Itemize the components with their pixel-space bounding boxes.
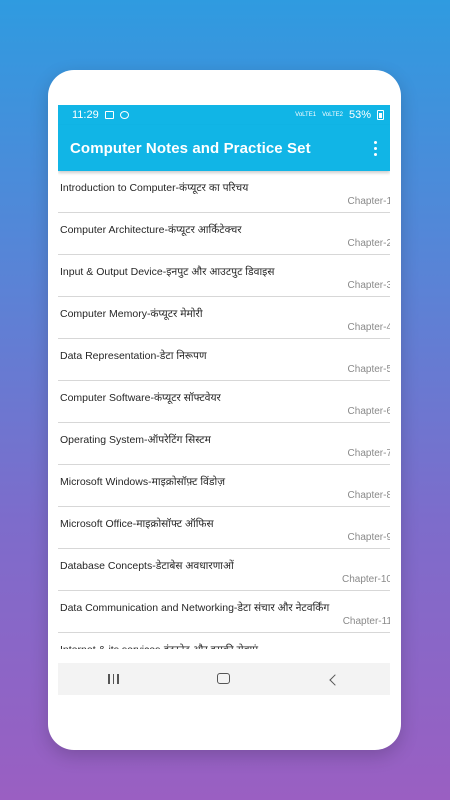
phone-frame: 11:29 VoLTE1 VoLTE2 53% Computer Notes a… xyxy=(48,70,401,750)
chapter-list-item[interactable]: Database Concepts-डेटाबेस अवधारणाओं Chapt… xyxy=(58,549,390,591)
chapter-number: Chapter-6 xyxy=(347,406,390,417)
app-bar: Computer Notes and Practice Set xyxy=(58,125,390,171)
chapter-title: Operating System-ऑपरेटिंग सिस्टम xyxy=(60,434,211,446)
chapter-number: Chapter-5 xyxy=(347,364,390,375)
navigation-bar xyxy=(58,663,390,695)
chapter-list-item[interactable]: Computer Software-कंप्यूटर सॉफ्टवेयर Chap… xyxy=(58,381,390,423)
chapter-number: Chapter-9 xyxy=(347,532,390,543)
chapter-number: Chapter-8 xyxy=(347,490,390,501)
chapter-list: Introduction to Computer-कंप्यूटर का परि… xyxy=(58,171,390,649)
chapter-number: Chapter-10 xyxy=(341,574,390,585)
home-button[interactable] xyxy=(194,671,254,687)
recents-button[interactable] xyxy=(83,671,143,687)
more-vert-icon[interactable] xyxy=(370,138,380,158)
chapter-list-item[interactable]: Microsoft Office-माइक्रोसॉफ्ट ऑफिस Chapte… xyxy=(58,507,390,549)
home-icon xyxy=(217,673,231,684)
chapter-list-item[interactable]: Computer Architecture-कंप्यूटर आर्किटेक्… xyxy=(58,213,390,255)
chapter-list-item[interactable]: Computer Memory-कंप्यूटर मेमोरी Chapter-4 xyxy=(58,297,390,339)
back-button[interactable] xyxy=(305,671,365,687)
chapter-number: Chapter-7 xyxy=(347,448,390,459)
chapter-title: Computer Software-कंप्यूटर सॉफ्टवेयर xyxy=(60,392,221,404)
battery-icon xyxy=(377,110,384,120)
chapter-title: Microsoft Windows-माइक्रोसॉफ़्ट विंडोज़ xyxy=(60,476,226,488)
chapter-title: Introduction to Computer-कंप्यूटर का परि… xyxy=(60,182,249,194)
battery-percent: 53% xyxy=(348,109,371,121)
gallery-icon xyxy=(104,111,114,119)
screen: 11:29 VoLTE1 VoLTE2 53% Computer Notes a… xyxy=(58,105,390,695)
chapter-title: Computer Memory-कंप्यूटर मेमोरी xyxy=(60,308,203,320)
status-right: VoLTE1 VoLTE2 53% xyxy=(295,109,384,121)
chapter-list-item[interactable]: Internet & its services-इंटरनेट और इसकी … xyxy=(58,633,390,649)
status-bar: 11:29 VoLTE1 VoLTE2 53% xyxy=(58,105,390,125)
status-time: 11:29 xyxy=(72,109,99,121)
chapter-title: Data Communication and Networking-डेटा स… xyxy=(60,602,330,614)
signal-2-icon: VoLTE2 xyxy=(322,112,343,118)
chapter-list-item[interactable]: Data Communication and Networking-डेटा स… xyxy=(58,591,390,633)
chapter-number: Chapter-1 xyxy=(347,196,390,207)
chapter-title: Database Concepts-डेटाबेस अवधारणाओं xyxy=(60,560,234,572)
signal-1-icon: VoLTE1 xyxy=(295,112,317,118)
chapter-number: Chapter-3 xyxy=(347,280,390,291)
sync-icon xyxy=(119,111,129,119)
back-icon xyxy=(328,674,341,686)
status-left: 11:29 xyxy=(72,109,129,121)
chapter-title: Computer Architecture-कंप्यूटर आर्किटेक्… xyxy=(60,224,242,236)
chapter-title: Data Representation-डेटा निरूपण xyxy=(60,350,207,362)
recents-icon xyxy=(108,674,119,684)
chapter-title: Microsoft Office-माइक्रोसॉफ्ट ऑफिस xyxy=(60,518,214,530)
chapter-list-item[interactable]: Microsoft Windows-माइक्रोसॉफ़्ट विंडोज़ C… xyxy=(58,465,390,507)
chapter-number: Chapter-2 xyxy=(347,238,390,249)
chapter-number: Chapter-11 xyxy=(342,616,390,627)
chapter-list-item[interactable]: Data Representation-डेटा निरूपण Chapter-5 xyxy=(58,339,390,381)
chapter-title: Input & Output Device-इनपुट और आउटपुट डि… xyxy=(60,266,275,278)
chapter-list-item[interactable]: Introduction to Computer-कंप्यूटर का परि… xyxy=(58,171,390,213)
chapter-list-item[interactable]: Input & Output Device-इनपुट और आउटपुट डि… xyxy=(58,255,390,297)
chapter-number: Chapter-4 xyxy=(347,322,390,333)
chapter-title: Internet & its services-इंटरनेट और इसकी … xyxy=(60,643,258,649)
chapter-list-item[interactable]: Operating System-ऑपरेटिंग सिस्टम Chapter-… xyxy=(58,423,390,465)
app-title: Computer Notes and Practice Set xyxy=(70,139,311,157)
